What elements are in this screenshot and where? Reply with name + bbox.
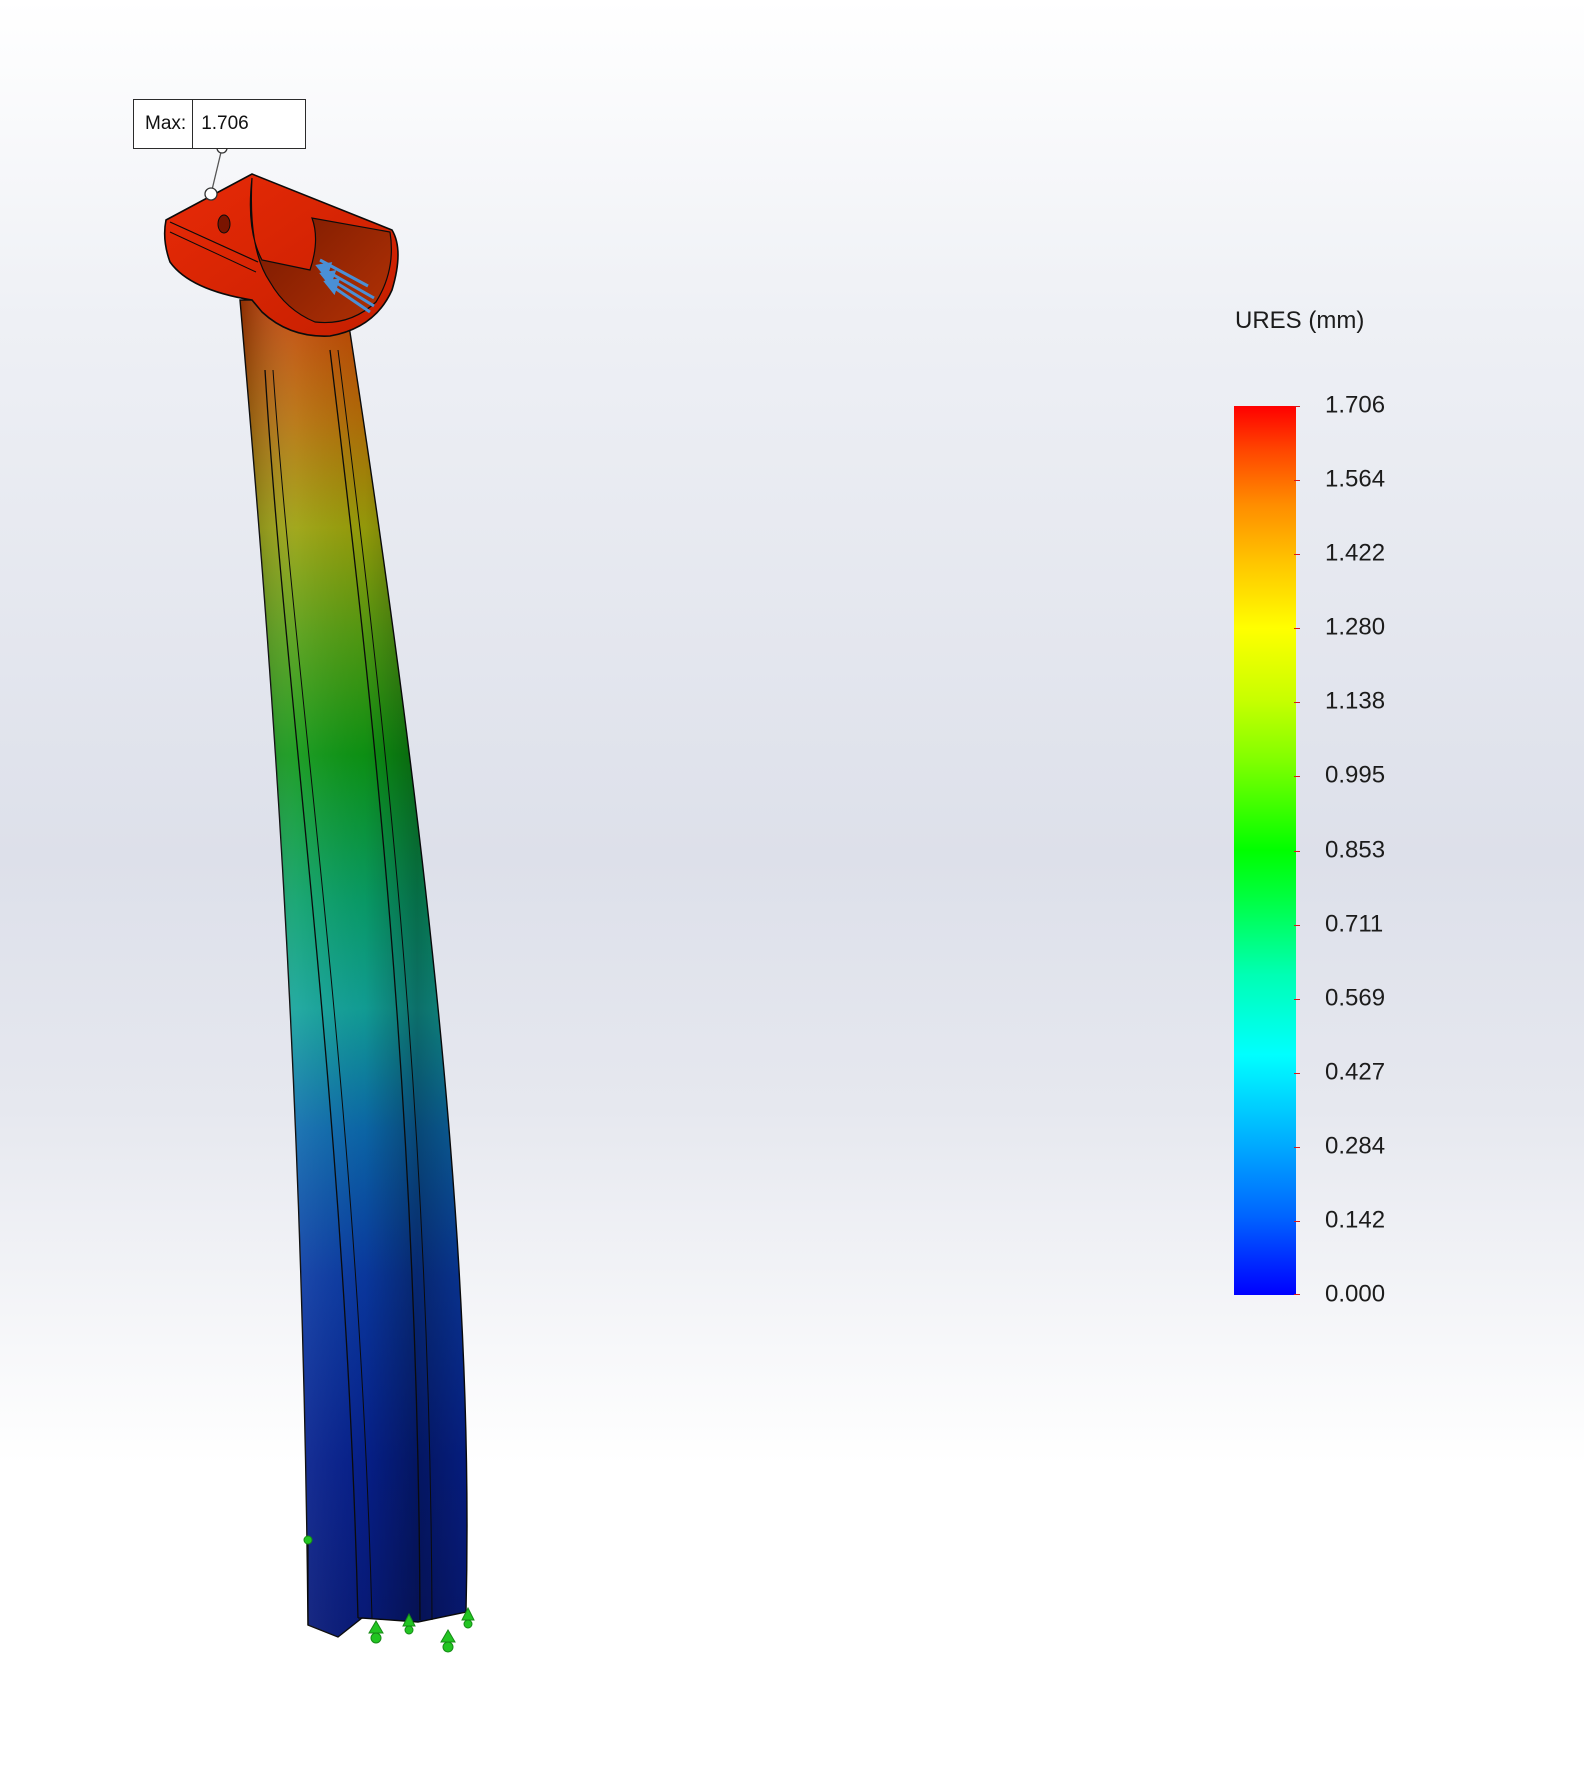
legend-label: 1.422 bbox=[1325, 539, 1386, 567]
legend-label: 0.853 bbox=[1325, 835, 1386, 863]
legend-label: 0.569 bbox=[1325, 984, 1386, 1012]
legend-tick bbox=[1294, 480, 1300, 482]
legend-tick bbox=[1294, 554, 1300, 556]
legend-title: URES (mm) bbox=[1235, 307, 1365, 334]
legend-label: 0.427 bbox=[1325, 1058, 1386, 1086]
legend-label: 1.706 bbox=[1325, 391, 1386, 419]
legend-label: 1.564 bbox=[1325, 465, 1386, 493]
max-label: Max: bbox=[134, 100, 194, 148]
legend-label: 0.284 bbox=[1325, 1132, 1386, 1160]
legend-labels: 1.706 1.564 1.422 1.280 1.138 0.995 0.853 0.711… bbox=[1325, 391, 1445, 1307]
max-annotation[interactable]: Max: 1.706 bbox=[133, 99, 307, 149]
legend-tick bbox=[1294, 776, 1300, 778]
legend-tick bbox=[1294, 850, 1300, 852]
legend-tick bbox=[1294, 1072, 1300, 1074]
legend-label: 0.711 bbox=[1325, 910, 1384, 938]
max-leader-line bbox=[210, 147, 223, 195]
legend-tick bbox=[1294, 1294, 1300, 1295]
legend-tick bbox=[1294, 1146, 1300, 1148]
legend-label: 1.280 bbox=[1325, 613, 1386, 641]
max-value: 1.706 bbox=[201, 113, 249, 134]
legend-tick bbox=[1294, 406, 1300, 407]
legend-color-bar bbox=[1234, 406, 1296, 1295]
max-point-marker bbox=[204, 187, 218, 201]
legend-label: 0.000 bbox=[1325, 1280, 1386, 1308]
legend-tick bbox=[1294, 702, 1300, 704]
legend-tick bbox=[1294, 1220, 1300, 1222]
legend-ticks bbox=[1294, 406, 1302, 1295]
legend-label: 0.142 bbox=[1325, 1206, 1386, 1234]
legend-tick bbox=[1294, 924, 1300, 926]
legend-tick bbox=[1294, 998, 1300, 1000]
legend-label: 1.138 bbox=[1325, 687, 1386, 715]
clamp-hole bbox=[217, 214, 231, 234]
legend-tick bbox=[1294, 628, 1300, 630]
legend-label: 0.995 bbox=[1325, 761, 1386, 789]
